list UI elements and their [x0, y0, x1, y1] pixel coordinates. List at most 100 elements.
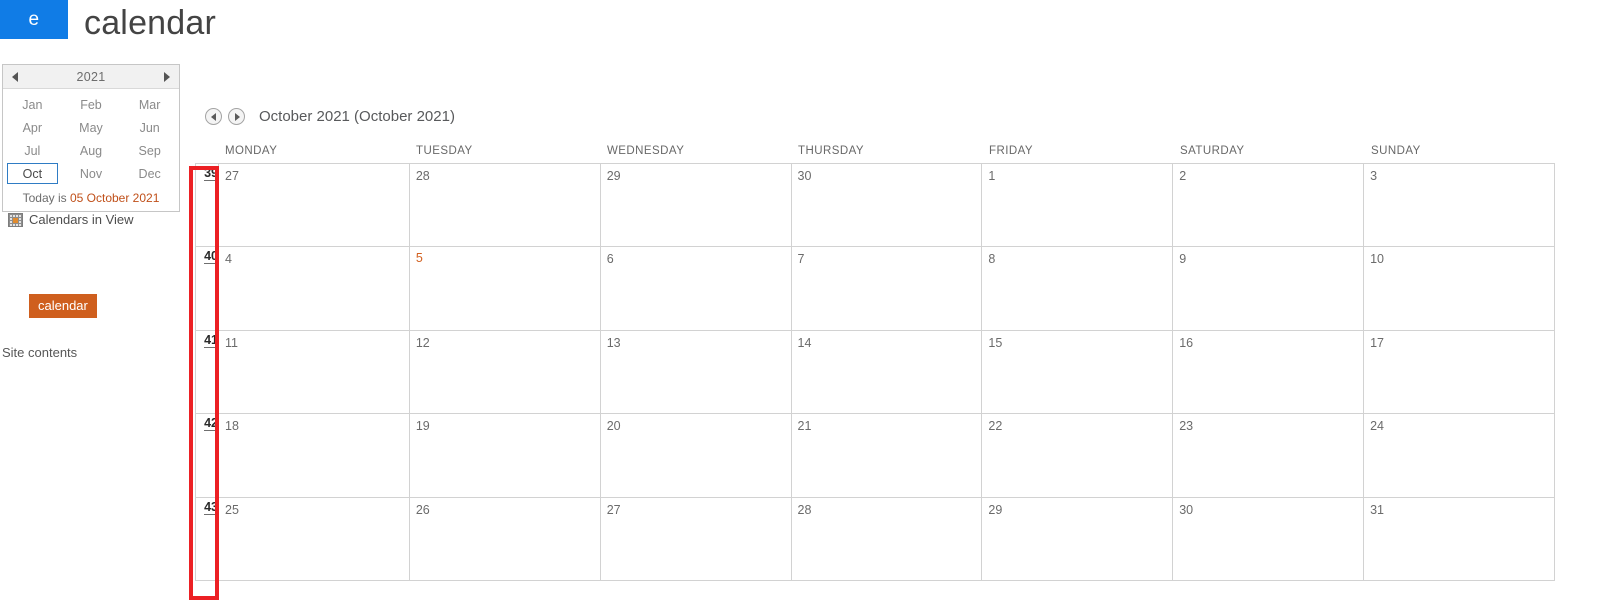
day-cell[interactable]: 15 [981, 329, 1174, 415]
week-number-cell[interactable]: 39 [195, 162, 219, 248]
calendar-week-row: 42 18 19 20 21 22 23 24 [195, 413, 1555, 498]
day-cell[interactable]: 10 [1363, 246, 1555, 331]
day-cell[interactable]: 29 [599, 162, 792, 248]
calendar-week-row: 43 25 26 27 28 29 30 31 [195, 496, 1555, 582]
day-number: 13 [606, 335, 621, 350]
day-number: 21 [797, 419, 812, 434]
day-number: 17 [1370, 335, 1384, 350]
month-cell-sep[interactable]: Sep [124, 140, 175, 161]
day-number: 14 [797, 335, 812, 350]
day-number: 7 [797, 252, 805, 267]
month-cell-jul[interactable]: Jul [7, 140, 58, 161]
day-cell[interactable]: 23 [1172, 413, 1365, 498]
month-cell-feb[interactable]: Feb [66, 94, 117, 115]
mini-calendar-year-label: 2021 [76, 69, 106, 84]
month-cell-oct[interactable]: Oct [7, 163, 58, 184]
day-cell[interactable]: 17 [1363, 329, 1555, 415]
day-number: 19 [415, 419, 430, 434]
week-number-cell[interactable]: 42 [195, 413, 219, 498]
calendar-grid-icon [8, 212, 23, 227]
circle-arrow-left-icon[interactable] [205, 108, 222, 125]
day-number: 31 [1370, 502, 1384, 517]
day-cell[interactable]: 13 [599, 329, 792, 415]
day-number: 5 [415, 251, 423, 266]
weekday-sunday: SUNDAY [1371, 145, 1421, 157]
day-cell[interactable]: 16 [1172, 329, 1365, 415]
day-cell[interactable]: 29 [981, 496, 1174, 582]
month-cell-may[interactable]: May [66, 117, 117, 138]
calendar-chip[interactable]: calendar [29, 294, 97, 318]
day-cell[interactable]: 25 [218, 496, 410, 582]
day-cell[interactable]: 12 [408, 329, 601, 415]
day-cell[interactable]: 27 [599, 496, 792, 582]
weekday-tuesday: TUESDAY [416, 145, 473, 157]
day-cell[interactable]: 3 [1363, 162, 1555, 248]
day-cell[interactable]: 28 [790, 496, 983, 582]
month-cell-mar[interactable]: Mar [124, 94, 175, 115]
day-cell[interactable]: 24 [1363, 413, 1555, 498]
week-number-cell[interactable]: 40 [195, 246, 219, 331]
day-cell[interactable]: 2 [1172, 162, 1365, 248]
suite-bar: e calendar [0, 0, 1623, 47]
calendar-week-row: 40 4 5 6 7 8 9 10 [195, 246, 1555, 331]
month-cell-jan[interactable]: Jan [7, 94, 58, 115]
weekday-friday: FRIDAY [989, 145, 1034, 157]
day-cell[interactable]: 14 [790, 329, 983, 415]
day-cell[interactable]: 21 [790, 413, 983, 498]
day-cell[interactable]: 8 [981, 246, 1174, 331]
day-number: 3 [1370, 169, 1378, 183]
day-number: 30 [1179, 502, 1194, 517]
day-cell[interactable]: 30 [1172, 496, 1365, 582]
day-number: 18 [225, 419, 239, 434]
day-cell[interactable]: 19 [408, 413, 601, 498]
day-cell-today[interactable]: 5 [408, 246, 601, 331]
today-date-label: 05 October 2021 [69, 191, 160, 205]
day-cell[interactable]: 22 [981, 413, 1174, 498]
day-number: 2 [1179, 169, 1187, 183]
day-cell[interactable]: 20 [599, 413, 792, 498]
day-cell[interactable]: 26 [408, 496, 601, 582]
day-number: 4 [225, 252, 232, 267]
week-number-label: 43 [204, 499, 218, 515]
month-cell-nov[interactable]: Nov [66, 163, 117, 184]
day-number: 29 [606, 169, 621, 183]
day-cell[interactable]: 6 [599, 246, 792, 331]
day-cell[interactable]: 28 [408, 162, 601, 248]
day-cell[interactable]: 31 [1363, 496, 1555, 582]
calendar-navigation: October 2021 (October 2021) [205, 108, 455, 125]
day-cell[interactable]: 30 [790, 162, 983, 248]
day-cell[interactable]: 18 [218, 413, 410, 498]
day-number: 15 [988, 335, 1003, 350]
app-launcher-tile[interactable]: e [0, 0, 68, 39]
day-cell[interactable]: 11 [218, 329, 410, 415]
weekday-monday: MONDAY [225, 145, 278, 157]
month-cell-dec[interactable]: Dec [124, 163, 175, 184]
day-number: 25 [225, 502, 239, 517]
day-number: 28 [415, 169, 430, 183]
month-cell-apr[interactable]: Apr [7, 117, 58, 138]
day-number: 11 [225, 335, 238, 350]
week-number-cell[interactable]: 41 [195, 329, 219, 415]
calendar-week-row: 41 11 12 13 14 15 16 17 [195, 329, 1555, 415]
week-number-cell[interactable]: 43 [195, 496, 219, 582]
month-cell-aug[interactable]: Aug [66, 140, 117, 161]
month-grid: Jan Feb Mar Apr May Jun Jul Aug Sep Oct … [3, 89, 179, 187]
triangle-left-icon[interactable] [12, 71, 18, 82]
calendars-in-view-header: Calendars in View [8, 212, 134, 227]
day-number: 8 [988, 252, 996, 267]
day-number: 29 [988, 502, 1003, 517]
circle-arrow-right-icon[interactable] [228, 108, 245, 125]
triangle-right-icon[interactable] [163, 71, 170, 82]
day-number: 30 [797, 169, 812, 183]
day-cell[interactable]: 4 [218, 246, 410, 331]
day-number: 23 [1179, 419, 1194, 434]
weekday-wednesday: WEDNESDAY [607, 145, 685, 157]
day-cell[interactable]: 27 [218, 162, 410, 248]
day-cell[interactable]: 7 [790, 246, 983, 331]
day-cell[interactable]: 1 [981, 162, 1174, 248]
day-cell[interactable]: 9 [1172, 246, 1365, 331]
month-cell-jun[interactable]: Jun [124, 117, 175, 138]
sidebar-item-site-contents[interactable]: Site contents [2, 345, 77, 360]
mini-calendar-year-bar: 2021 [3, 65, 179, 89]
today-prefix-label: Today is [22, 191, 70, 205]
